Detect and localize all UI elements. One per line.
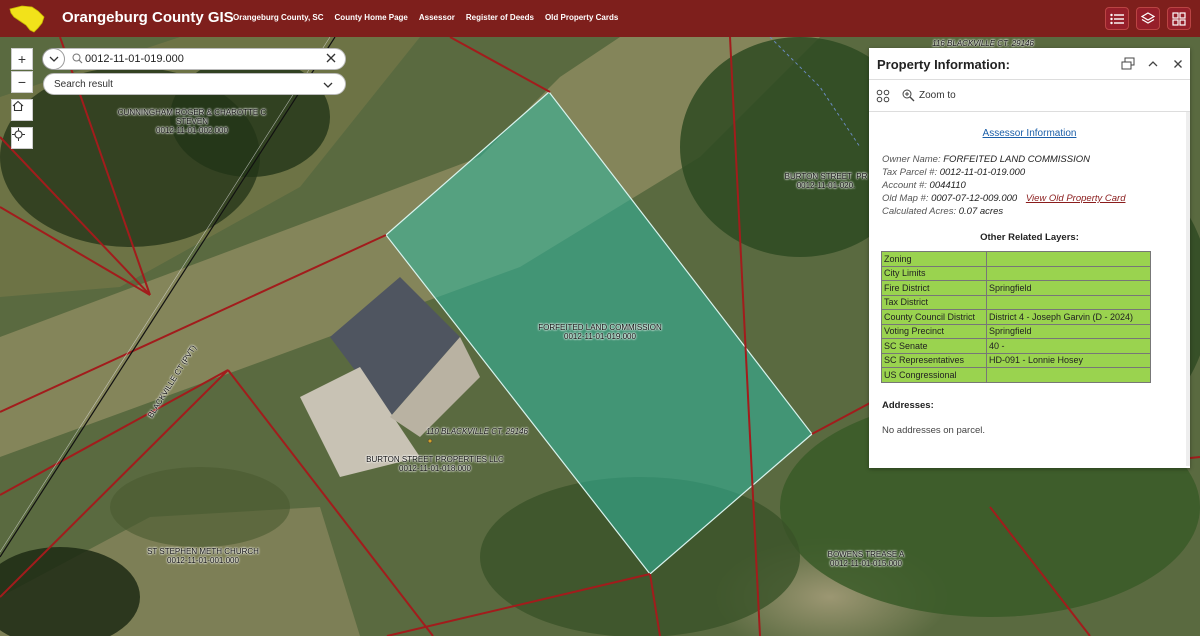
- layer-value: Springfield: [986, 280, 1151, 296]
- table-row: Tax District: [881, 294, 1151, 310]
- oldmap-line: Old Map #: 0007-07-12-009.000 View Old P…: [882, 193, 1125, 204]
- addresses-title: Addresses:: [882, 400, 934, 411]
- search-input[interactable]: [85, 52, 315, 66]
- dock-icon[interactable]: [1121, 57, 1135, 71]
- nav-assessor[interactable]: Assessor: [419, 13, 455, 22]
- search-icon: [72, 53, 83, 64]
- table-row: Voting Precinct Springfield: [881, 323, 1151, 339]
- layer-value: [986, 367, 1151, 383]
- table-row: County Council District District 4 - Jose…: [881, 309, 1151, 325]
- account-value: 0044110: [929, 180, 966, 191]
- layer-value: HD-091 - Lonnie Hosey: [986, 352, 1151, 368]
- layer-name: Tax District: [881, 294, 987, 310]
- nav-county-home-page[interactable]: County Home Page: [335, 13, 408, 22]
- app-header: Orangeburg County GIS Orangeburg County,…: [0, 0, 1200, 37]
- parcel-label: Tax Parcel #:: [882, 167, 938, 178]
- layer-value: Springfield: [986, 323, 1151, 339]
- account-label: Account #:: [882, 180, 927, 191]
- actions-menu-icon[interactable]: [876, 89, 890, 103]
- map-label-address-110: 110 BLACKVILLE CT, 29146: [426, 427, 528, 436]
- related-layers-title: Other Related Layers:: [980, 232, 1079, 243]
- list-button[interactable]: [1105, 7, 1129, 30]
- nav-orangeburg-county[interactable]: Orangeburg County, SC: [233, 13, 324, 22]
- header-nav: Orangeburg County, SC County Home Page A…: [233, 13, 629, 22]
- owner-label: Owner Name:: [882, 154, 941, 165]
- acres-label: Calculated Acres:: [882, 206, 957, 217]
- layer-name: SC Senate: [881, 338, 987, 354]
- map-label-bowens: BOWENS TREASE A 0012-11-01-015.000: [827, 550, 905, 568]
- home-icon: [12, 100, 24, 112]
- account-line: Account #: 0044110: [882, 180, 966, 191]
- search-result-dropdown[interactable]: Search result: [43, 73, 346, 95]
- panel-header: Property Information:: [869, 48, 1190, 80]
- acres-line: Calculated Acres: 0.07 acres: [882, 206, 1003, 217]
- locate-button[interactable]: [11, 127, 33, 149]
- assessor-information-link[interactable]: Assessor Information: [869, 128, 1190, 139]
- parcel-label-cunningham: CUNNINGHAM ROGER & CHAROTTE C STEVEN 001…: [117, 108, 267, 135]
- layers-icon: [1141, 11, 1155, 24]
- layer-value: 40 -: [986, 338, 1151, 354]
- zoom-to-button[interactable]: Zoom to: [902, 89, 956, 102]
- nav-old-property-cards[interactable]: Old Property Cards: [545, 13, 618, 22]
- owner-line: Owner Name: FORFEITED LAND COMMISSION: [882, 154, 1090, 165]
- zoom-to-label: Zoom to: [919, 90, 956, 101]
- layer-name: SC Representatives: [881, 352, 987, 368]
- property-info-panel: Property Information: Zoom to Assessor I…: [869, 48, 1190, 468]
- table-row: SC Representatives HD-091 - Lonnie Hosey: [881, 352, 1151, 368]
- search-result-label: Search result: [54, 79, 113, 90]
- list-icon: [1110, 13, 1124, 24]
- close-icon[interactable]: [324, 51, 338, 65]
- owner-value: FORFEITED LAND COMMISSION: [943, 154, 1090, 165]
- layer-value: [986, 251, 1151, 267]
- acres-value: 0.07 acres: [958, 206, 1004, 217]
- table-row: Zoning: [881, 251, 1151, 267]
- related-layers-table: Zoning City Limits Fire District Springfiel…: [881, 251, 1151, 383]
- basemap-gallery-button[interactable]: [1167, 7, 1191, 30]
- search-source-toggle[interactable]: [42, 48, 65, 70]
- map-label-burton-street-right: BURTON STREET PR 0012-11-01-020.: [784, 172, 868, 190]
- parcel-line: Tax Parcel #: 0012-11-01-019.000: [882, 167, 1025, 178]
- layer-name: Voting Precinct: [881, 323, 987, 339]
- layer-name: Zoning: [881, 251, 987, 267]
- parcel-value: 0012-11-01-019.000: [939, 167, 1026, 178]
- basemap-gallery-icon: [1172, 11, 1186, 26]
- chevron-down-icon: [49, 56, 58, 62]
- panel-scrollbar[interactable]: [1186, 112, 1190, 466]
- zoom-out-button[interactable]: −: [11, 71, 33, 93]
- app-title: Orangeburg County GIS: [62, 9, 234, 26]
- addresses-empty-text: No addresses on parcel.: [882, 425, 985, 436]
- panel-title: Property Information:: [877, 57, 1010, 72]
- close-icon[interactable]: [1171, 57, 1185, 71]
- map-label-st-stephen: ST STEPHEN METH CHURCH 0012-11-01-001.00…: [147, 547, 259, 565]
- map-label-burton-llc: BURTON STREET PROPERTIES LLC 0012-11-01-…: [366, 455, 504, 473]
- map-label-address-116: 116 BLACKVILLE CT, 29146: [932, 39, 1034, 48]
- layer-name: Fire District: [881, 280, 987, 296]
- layer-name: County Council District: [881, 309, 987, 325]
- layer-value: [986, 265, 1151, 281]
- table-row: SC Senate 40 -: [881, 338, 1151, 354]
- home-button[interactable]: [11, 99, 33, 121]
- nav-register-of-deeds[interactable]: Register of Deeds: [466, 13, 534, 22]
- layer-name: US Congressional: [881, 367, 987, 383]
- chevron-up-icon[interactable]: [1146, 57, 1160, 71]
- view-old-property-card-link[interactable]: View Old Property Card: [1026, 193, 1126, 204]
- panel-body: Assessor Information Owner Name: FORFEIT…: [869, 112, 1190, 466]
- oldmap-label: Old Map #:: [882, 193, 929, 204]
- layer-value: District 4 - Joseph Garvin (D - 2024): [986, 309, 1151, 325]
- oldmap-value: 0007-07-12-009.000: [931, 193, 1018, 204]
- zoom-in-magnifier-icon: [902, 89, 915, 102]
- table-row: Fire District Springfield: [881, 280, 1151, 296]
- layers-button[interactable]: [1136, 7, 1160, 30]
- layer-name: City Limits: [881, 265, 987, 281]
- chevron-down-icon: [323, 82, 333, 88]
- sc-state-logo-icon: [9, 5, 45, 33]
- table-row: City Limits: [881, 265, 1151, 281]
- panel-toolbar: Zoom to: [869, 80, 1190, 112]
- zoom-in-button[interactable]: +: [11, 48, 33, 70]
- map-label-forfeited: FORFEITED LAND COMMISSION 0012-11-01-019…: [538, 323, 662, 341]
- locate-icon: [12, 128, 25, 141]
- layer-value: [986, 294, 1151, 310]
- table-row: US Congressional: [881, 367, 1151, 383]
